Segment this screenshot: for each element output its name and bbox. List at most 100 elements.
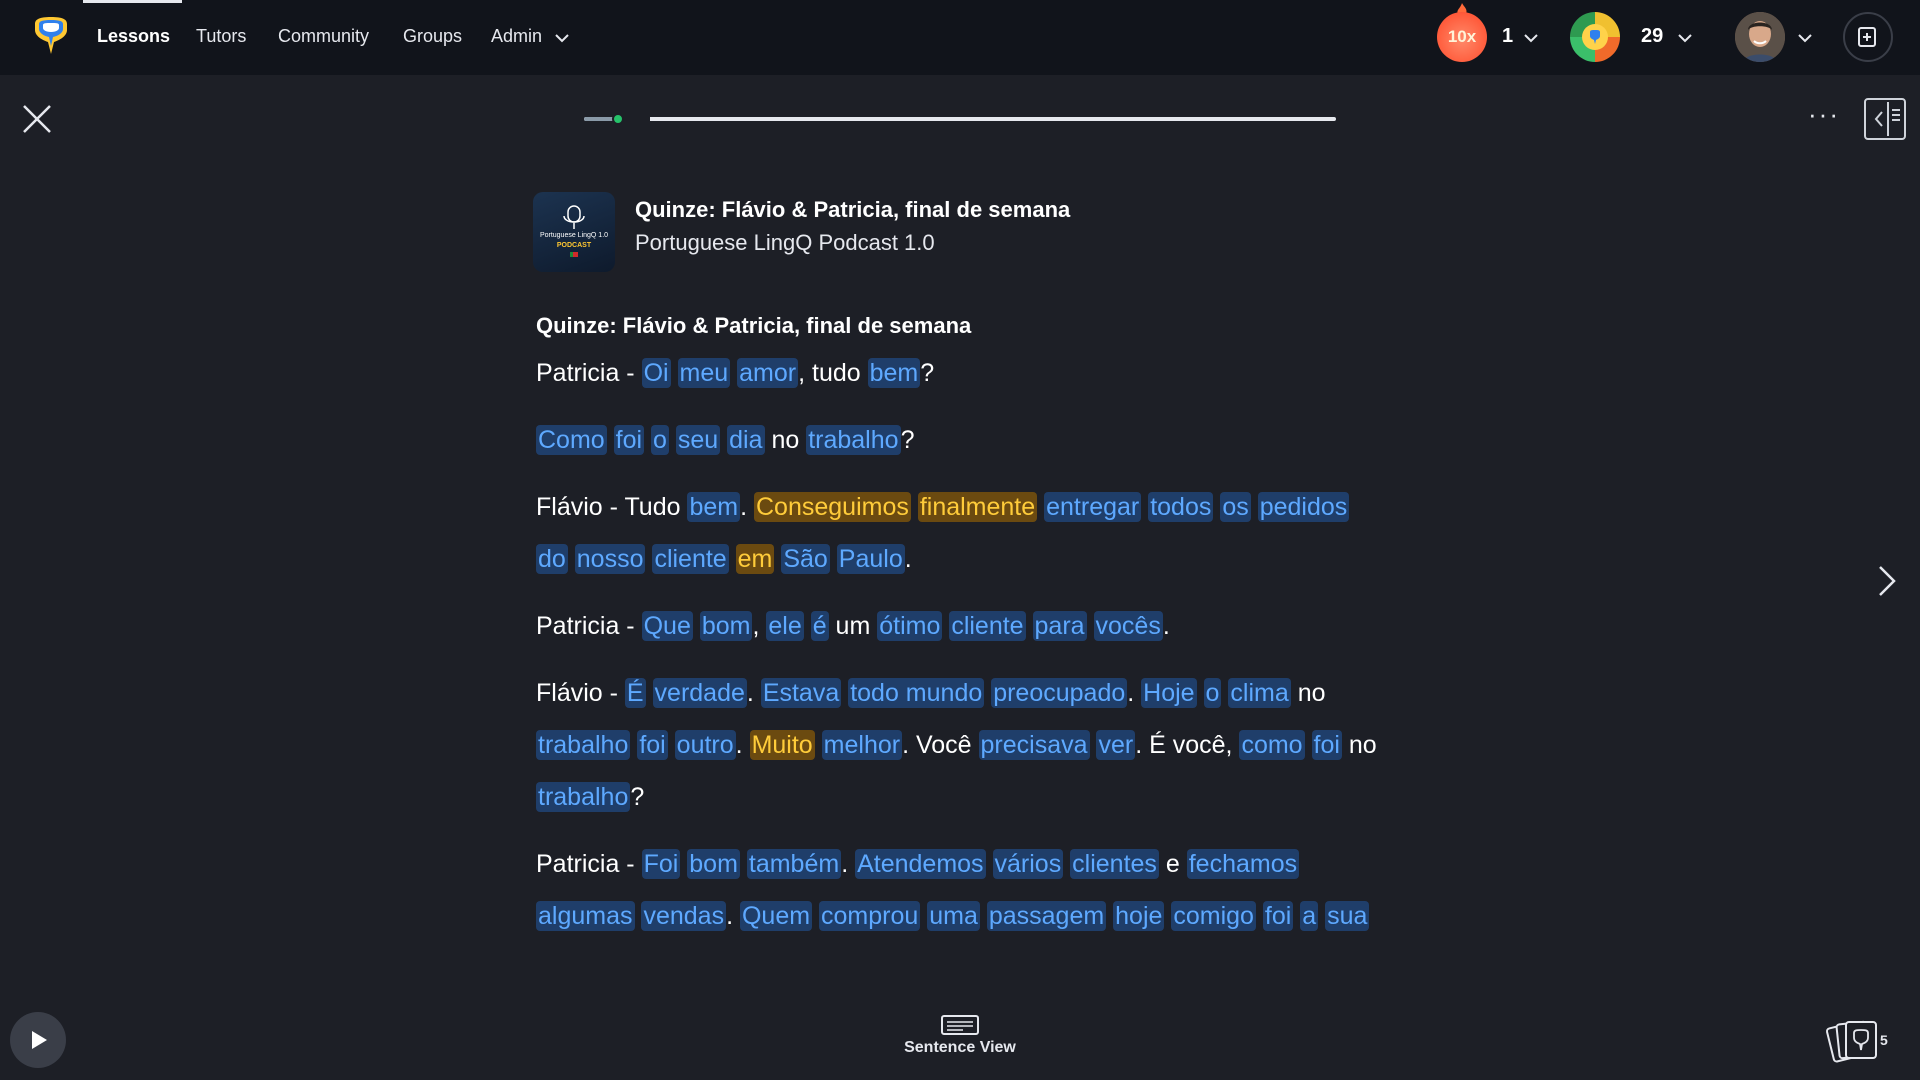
known-word[interactable]: Foi bbox=[641, 849, 681, 879]
lingq-word[interactable]: finalmente bbox=[917, 492, 1038, 522]
lesson-progress-bar[interactable] bbox=[584, 113, 1336, 125]
known-word[interactable]: cliente bbox=[949, 611, 1026, 641]
known-word[interactable]: ele bbox=[766, 611, 804, 641]
coins-chevron-down-icon[interactable] bbox=[1676, 29, 1694, 47]
known-word[interactable]: Que bbox=[641, 611, 693, 641]
admin-chevron-down-icon[interactable] bbox=[553, 29, 571, 47]
avatar-chevron-down-icon[interactable] bbox=[1796, 29, 1814, 47]
known-word[interactable]: comprou bbox=[819, 901, 921, 931]
known-word[interactable]: nosso bbox=[574, 544, 646, 574]
known-word[interactable]: algumas bbox=[536, 901, 635, 931]
plain-text: no bbox=[764, 426, 807, 454]
sentence-view-button[interactable]: Sentence View bbox=[890, 1015, 1030, 1057]
known-word[interactable]: Paulo bbox=[836, 544, 905, 574]
known-word[interactable]: Hoje bbox=[1141, 678, 1197, 708]
known-word[interactable]: cliente bbox=[652, 544, 729, 574]
known-word[interactable]: para bbox=[1032, 611, 1087, 641]
known-word[interactable]: Estava bbox=[760, 678, 842, 708]
known-word[interactable]: os bbox=[1220, 492, 1251, 522]
known-word[interactable]: Atendemos bbox=[855, 849, 986, 879]
known-word[interactable]: foi bbox=[613, 425, 645, 455]
known-word[interactable]: melhor bbox=[821, 730, 903, 760]
next-page-chevron-icon[interactable] bbox=[1874, 563, 1898, 599]
known-word[interactable]: fechamos bbox=[1186, 849, 1300, 879]
create-lesson-icon[interactable] bbox=[1843, 12, 1893, 62]
coin-icon[interactable] bbox=[1570, 12, 1620, 62]
plain-text: Patricia - bbox=[536, 612, 642, 640]
sidebar-toggle-icon[interactable] bbox=[1864, 98, 1906, 140]
known-word[interactable]: foi bbox=[1262, 901, 1294, 931]
known-word[interactable]: clima bbox=[1228, 678, 1291, 708]
known-word[interactable]: sua bbox=[1325, 901, 1370, 931]
more-options-icon[interactable]: ··· bbox=[1806, 100, 1842, 136]
lingq-word[interactable]: Muito bbox=[749, 730, 815, 760]
course-title[interactable]: Portuguese LingQ Podcast 1.0 bbox=[635, 230, 935, 256]
known-word[interactable]: foi bbox=[637, 730, 668, 760]
known-word[interactable]: seu bbox=[675, 425, 721, 455]
plain-text bbox=[830, 544, 837, 574]
known-word[interactable]: precisava bbox=[978, 730, 1090, 760]
logo-icon[interactable] bbox=[32, 16, 70, 56]
known-word[interactable]: hoje bbox=[1113, 901, 1165, 931]
known-word[interactable]: todos bbox=[1148, 492, 1214, 522]
known-word[interactable]: Quem bbox=[739, 901, 813, 931]
known-word[interactable]: também bbox=[746, 849, 842, 879]
known-word[interactable]: bom bbox=[699, 611, 753, 641]
known-word[interactable]: preocupado bbox=[991, 678, 1128, 708]
streak-chevron-down-icon[interactable] bbox=[1522, 29, 1540, 47]
known-word[interactable]: meu bbox=[677, 358, 731, 388]
known-word[interactable]: ver bbox=[1096, 730, 1136, 760]
known-word[interactable]: Oi bbox=[641, 358, 671, 388]
nav-community[interactable]: Community bbox=[278, 26, 369, 47]
known-word[interactable]: bem bbox=[687, 492, 741, 522]
known-word[interactable]: a bbox=[1300, 901, 1319, 931]
known-word[interactable]: outro bbox=[674, 730, 736, 760]
lingq-word[interactable]: Conseguimos bbox=[754, 492, 911, 522]
known-word[interactable]: bom bbox=[687, 849, 740, 879]
known-word[interactable]: São bbox=[781, 544, 830, 574]
known-word[interactable]: dia bbox=[727, 425, 765, 455]
known-word[interactable]: como bbox=[1239, 730, 1305, 760]
known-word[interactable]: do bbox=[536, 544, 568, 574]
nav-lessons[interactable]: Lessons bbox=[97, 26, 170, 47]
known-word[interactable]: é bbox=[810, 611, 829, 641]
plain-text bbox=[729, 544, 736, 574]
lesson-thumbnail[interactable]: Portuguese LingQ 1.0 PODCAST bbox=[533, 192, 615, 272]
known-word[interactable]: trabalho bbox=[536, 782, 631, 812]
nav-tutors[interactable]: Tutors bbox=[196, 26, 246, 47]
known-word[interactable]: pedidos bbox=[1257, 492, 1350, 522]
known-word[interactable]: amor bbox=[737, 358, 799, 388]
known-word[interactable]: vocês bbox=[1093, 611, 1163, 641]
known-word[interactable]: todo mundo bbox=[848, 678, 985, 708]
nav-admin[interactable]: Admin bbox=[491, 26, 542, 47]
plain-text bbox=[607, 425, 614, 455]
known-word[interactable]: o bbox=[1203, 678, 1222, 708]
known-word[interactable]: o bbox=[651, 425, 669, 455]
known-word[interactable]: Como bbox=[536, 425, 607, 455]
known-word[interactable]: ótimo bbox=[877, 611, 943, 641]
known-word[interactable]: comigo bbox=[1171, 901, 1256, 931]
known-word[interactable]: bem bbox=[867, 358, 921, 388]
flashcards-icon[interactable] bbox=[1824, 1017, 1880, 1063]
known-word[interactable]: vendas bbox=[641, 901, 727, 931]
play-audio-button[interactable] bbox=[10, 1012, 66, 1068]
known-word[interactable]: É bbox=[624, 678, 646, 708]
progress-handle[interactable] bbox=[612, 113, 624, 125]
avatar[interactable] bbox=[1735, 12, 1785, 62]
known-word[interactable]: trabalho bbox=[806, 425, 901, 455]
known-word[interactable]: clientes bbox=[1070, 849, 1159, 879]
known-word[interactable]: vários bbox=[992, 849, 1064, 879]
known-word[interactable]: trabalho bbox=[536, 730, 631, 760]
known-word[interactable]: passagem bbox=[986, 901, 1107, 931]
plain-text bbox=[1026, 611, 1033, 641]
known-word[interactable]: foi bbox=[1311, 730, 1342, 760]
sentence-view-label: Sentence View bbox=[904, 1039, 1016, 1056]
nav-groups[interactable]: Groups bbox=[403, 26, 462, 47]
known-word[interactable]: verdade bbox=[652, 678, 747, 708]
plain-text bbox=[644, 425, 651, 455]
lingq-word[interactable]: em bbox=[735, 544, 775, 574]
streak-badge[interactable]: 10x bbox=[1437, 12, 1487, 62]
known-word[interactable]: entregar bbox=[1044, 492, 1142, 522]
close-icon[interactable] bbox=[20, 102, 54, 136]
known-word[interactable]: uma bbox=[927, 901, 980, 931]
